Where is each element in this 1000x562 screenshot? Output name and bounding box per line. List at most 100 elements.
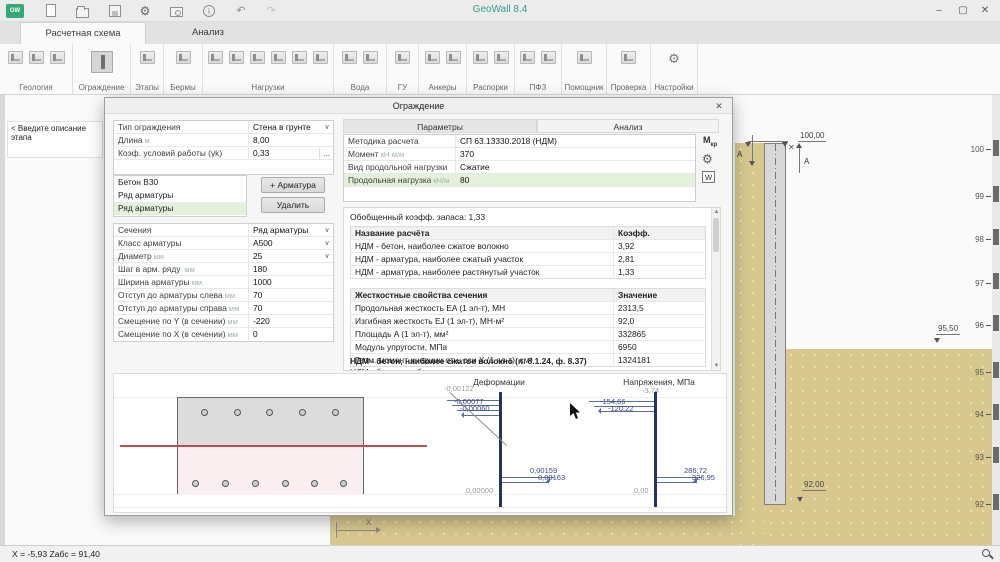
property-row[interactable]: Шаг в арм. рядумм 180 bbox=[114, 263, 333, 276]
length-field[interactable]: 8,00 bbox=[249, 134, 333, 147]
gear-icon[interactable]: ⚙ bbox=[666, 51, 682, 67]
list-item-rebar-row-2-selected[interactable]: Ряд арматуры bbox=[114, 202, 246, 215]
rebar-dot bbox=[234, 409, 241, 416]
property-row[interactable]: Ширина арматурымм 1000 bbox=[114, 276, 333, 289]
property-row[interactable]: Методика расчета СП 63.13330.2018 (НДМ) bbox=[344, 135, 695, 148]
list-item-rebar-row-1[interactable]: Ряд арматуры bbox=[114, 189, 246, 202]
geology-icon-3[interactable] bbox=[50, 51, 65, 64]
property-row[interactable]: Смещение по Y (в сечении)мм -220 bbox=[114, 315, 333, 328]
anchor-icon-1[interactable] bbox=[425, 51, 440, 64]
offset-x-field[interactable]: 0 bbox=[249, 328, 333, 341]
property-row[interactable]: Отступ до арматуры слевамм 70 bbox=[114, 289, 333, 302]
table-row: Изгибная жесткость EJ (1 эл-т), МН·м²92,… bbox=[351, 315, 705, 328]
water-icon-2[interactable] bbox=[363, 51, 378, 64]
results-scrollbar[interactable]: ▲ ▼ bbox=[711, 208, 720, 370]
water-icon-1[interactable] bbox=[342, 51, 357, 64]
strut-icon-2[interactable] bbox=[494, 51, 509, 64]
dialog-tab-analiz[interactable]: Анализ bbox=[537, 119, 719, 133]
chevron-down-icon[interactable]: ∨ bbox=[321, 252, 333, 260]
chevron-down-icon[interactable]: ∨ bbox=[321, 239, 333, 247]
load-icon-5[interactable] bbox=[292, 51, 307, 64]
moment-field[interactable]: 370 bbox=[456, 148, 695, 161]
ruler-tick-98: 98 bbox=[964, 235, 984, 244]
section-select[interactable]: Ряд арматуры bbox=[249, 224, 321, 237]
pfz-icon-1[interactable] bbox=[520, 51, 535, 64]
add-rebar-button[interactable]: + Арматура bbox=[261, 177, 325, 193]
gear-icon[interactable]: ⚙ bbox=[702, 152, 713, 166]
section-list: Бетон В30 Ряд арматуры Ряд арматуры bbox=[113, 175, 247, 217]
delete-button[interactable]: Удалить bbox=[261, 197, 325, 213]
chevron-down-icon[interactable]: ∨ bbox=[321, 226, 333, 234]
property-row[interactable]: Смещение по X (в сечении)мм 0 bbox=[114, 328, 333, 341]
property-row[interactable]: Сечения Ряд арматуры ∨ bbox=[114, 224, 333, 237]
load-icon-1[interactable] bbox=[208, 51, 223, 64]
property-row[interactable]: Вид продольной нагрузки Сжатие bbox=[344, 161, 695, 174]
elevation-label-surface: 95,50 bbox=[936, 324, 960, 335]
ribbon-group-gu: ГУ bbox=[387, 44, 419, 95]
scroll-down-icon[interactable]: ▼ bbox=[712, 363, 721, 369]
offset-left-field[interactable]: 70 bbox=[249, 289, 333, 302]
tab-analiz[interactable]: Анализ bbox=[150, 22, 266, 44]
scroll-up-icon[interactable]: ▲ bbox=[712, 209, 721, 215]
berm-icon[interactable] bbox=[176, 51, 191, 64]
chevron-down-icon[interactable]: ∨ bbox=[321, 123, 333, 131]
width-field[interactable]: 1000 bbox=[249, 276, 333, 289]
neutral-axis-line bbox=[120, 445, 427, 447]
stress-axis bbox=[654, 392, 657, 507]
offset-y-field[interactable]: -220 bbox=[249, 315, 333, 328]
wall-tool-icon-selected[interactable] bbox=[91, 51, 113, 73]
ruler-tick-96: 96 bbox=[964, 321, 984, 330]
rebar-dot bbox=[252, 480, 259, 487]
spacing-field[interactable]: 180 bbox=[249, 263, 333, 276]
vertical-scrollbar[interactable] bbox=[992, 95, 1000, 545]
axial-load-field[interactable]: 80 bbox=[456, 174, 695, 187]
property-row-highlighted[interactable]: Продольная нагрузкакН/м 80 bbox=[344, 174, 695, 187]
boundary-condition-icon[interactable] bbox=[395, 51, 410, 64]
maximize-button[interactable]: ▢ bbox=[954, 3, 972, 18]
strut-icon-1[interactable] bbox=[473, 51, 488, 64]
anchor-icon-2[interactable] bbox=[446, 51, 461, 64]
property-row[interactable]: Отступ до арматуры справамм 70 bbox=[114, 302, 333, 315]
table-row: НДМ - бетон, наиболее сжатое волокно3,92 bbox=[351, 240, 705, 253]
load-icon-4[interactable] bbox=[271, 51, 286, 64]
w-section-icon[interactable]: W bbox=[702, 171, 715, 183]
property-row[interactable]: Длинам 8,00 bbox=[114, 134, 333, 147]
axial-load-type-select[interactable]: Сжатие bbox=[456, 161, 695, 174]
rebar-class-select[interactable]: А500 bbox=[249, 237, 321, 250]
load-icon-3[interactable] bbox=[250, 51, 265, 64]
geology-icon-2[interactable] bbox=[29, 51, 44, 64]
stages-icon[interactable] bbox=[140, 51, 155, 64]
diameter-select[interactable]: 25 bbox=[249, 250, 321, 263]
wall-type-select[interactable]: Стена в грунте bbox=[249, 121, 321, 134]
stage-description-input[interactable]: < Введите описание этапа bbox=[7, 121, 103, 158]
magnifier-icon[interactable] bbox=[982, 549, 990, 557]
dialog-close-icon[interactable]: ✕ bbox=[712, 100, 726, 112]
left-splitter[interactable] bbox=[0, 95, 5, 545]
compressed-zone bbox=[178, 398, 363, 446]
property-row[interactable]: МоменткН·м/м 370 bbox=[344, 148, 695, 161]
diaphragm-wall[interactable] bbox=[764, 143, 786, 505]
list-item-concrete[interactable]: Бетон В30 bbox=[114, 176, 246, 189]
geology-icon-1[interactable] bbox=[8, 51, 23, 64]
close-window-button[interactable]: ✕ bbox=[976, 3, 994, 18]
pfz-icon-2[interactable] bbox=[541, 51, 556, 64]
property-row[interactable]: Класс арматуры А500 ∨ bbox=[114, 237, 333, 250]
dimension-arrow bbox=[745, 142, 751, 147]
property-row[interactable]: Тип ограждения Стена в грунте ∨ bbox=[114, 121, 333, 134]
check-icon[interactable] bbox=[621, 51, 636, 64]
stress-label: -120,22 bbox=[608, 404, 633, 413]
minimize-button[interactable]: – bbox=[930, 3, 948, 18]
assistant-icon[interactable] bbox=[577, 51, 592, 64]
property-row[interactable]: Коэф. условий работы (γk) 0,33 ... bbox=[114, 147, 333, 160]
load-icon-2[interactable] bbox=[229, 51, 244, 64]
tab-raschetnaya-shema[interactable]: Расчетная схема bbox=[20, 22, 146, 44]
dialog-tab-parametry[interactable]: Параметры bbox=[343, 119, 537, 133]
method-select[interactable]: СП 63.13330.2018 (НДМ) bbox=[456, 135, 695, 148]
load-icon-6[interactable] bbox=[313, 51, 328, 64]
work-coef-field[interactable]: 0,33 bbox=[249, 147, 319, 160]
moment-diagram-icon[interactable]: Mкр bbox=[703, 135, 717, 148]
property-row[interactable]: Диаметрмм 25 ∨ bbox=[114, 250, 333, 263]
stress-zero-label: 0,00 bbox=[634, 486, 649, 495]
more-options-button[interactable]: ... bbox=[319, 148, 333, 159]
offset-right-field[interactable]: 70 bbox=[249, 302, 333, 315]
